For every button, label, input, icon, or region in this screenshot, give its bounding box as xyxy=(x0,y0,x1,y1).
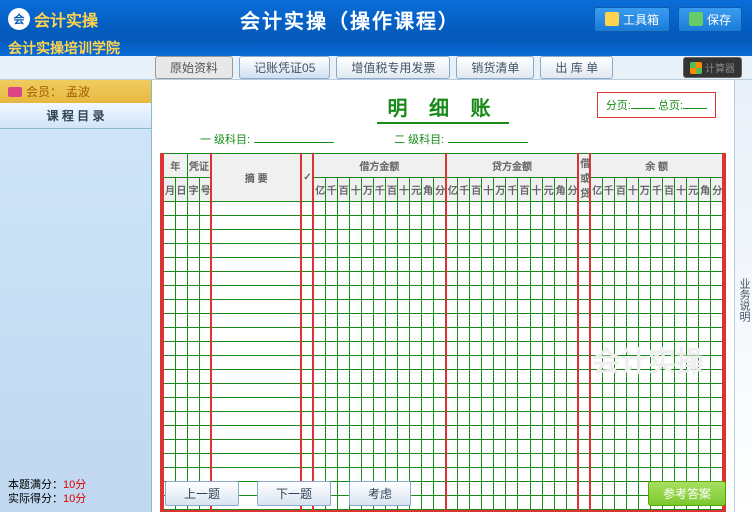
tab-voucher05[interactable]: 记账凭证05 xyxy=(239,56,330,79)
member-bar: 会员： 孟波 xyxy=(0,80,151,103)
toolbox-icon xyxy=(605,12,619,26)
next-button[interactable]: 下一题 xyxy=(257,481,331,506)
member-name: 孟波 xyxy=(66,83,90,100)
toolbox-button[interactable]: 工具箱 xyxy=(594,7,670,32)
prev-button[interactable]: 上一题 xyxy=(165,481,239,506)
tab-sales-list[interactable]: 销货清单 xyxy=(456,56,534,79)
answer-button[interactable]: 参考答案 xyxy=(648,481,726,506)
ledger-table-wrap: 年凭证摘 要✓借方金额贷方金额借或贷余 额月日字号亿千百十万千百十元角分亿千百十… xyxy=(160,153,726,512)
doc-source-label: 原始资料 xyxy=(155,56,233,79)
business-note-toggle[interactable]: 业务说明 xyxy=(734,80,752,512)
subject-1-label: 一 级科目: xyxy=(200,131,334,147)
member-icon xyxy=(8,87,22,97)
save-button[interactable]: 保存 xyxy=(678,7,742,32)
score-area: 本题满分：10分 实际得分：10分 xyxy=(8,478,86,506)
brand-text: 会计实操 xyxy=(34,7,98,31)
ledger-table[interactable]: 年凭证摘 要✓借方金额贷方金额借或贷余 额月日字号亿千百十万千百十元角分亿千百十… xyxy=(162,153,724,510)
main-content: 明 细 账 分页: 总页: 一 级科目: 二 级科目: 年凭证摘 要✓借方金额贷… xyxy=(152,80,734,512)
page-title: 会计实操（操作课程） xyxy=(240,5,460,34)
subject-2-label: 二 级科目: xyxy=(394,131,528,147)
tab-vat-invoice[interactable]: 增值税专用发票 xyxy=(336,56,450,79)
logo-icon: 会 xyxy=(8,8,30,30)
subject-row: 一 级科目: 二 级科目: xyxy=(160,125,726,153)
tab-outbound[interactable]: 出 库 单 xyxy=(540,56,613,79)
member-label: 会员： xyxy=(26,83,62,100)
logo-area: 会 会计实操 xyxy=(0,7,98,31)
course-header[interactable]: 课 程 目 录 xyxy=(0,103,151,129)
calculator-icon xyxy=(690,62,702,74)
sidebar: 会员： 孟波 课 程 目 录 xyxy=(0,80,152,512)
tab-row: 原始资料 记账凭证05 增值税专用发票 销货清单 出 库 单 计算器 xyxy=(0,56,752,80)
school-name: 会计实操培训学院 xyxy=(0,38,752,58)
save-icon xyxy=(689,12,703,26)
page-info-box: 分页: 总页: xyxy=(597,92,716,118)
app-header: 会 会计实操 会计实操（操作课程） 工具箱 保存 xyxy=(0,0,752,38)
header-sub: 会计实操培训学院 xyxy=(0,38,752,56)
calculator-button[interactable]: 计算器 xyxy=(683,57,742,78)
think-button[interactable]: 考虑 xyxy=(349,481,411,506)
